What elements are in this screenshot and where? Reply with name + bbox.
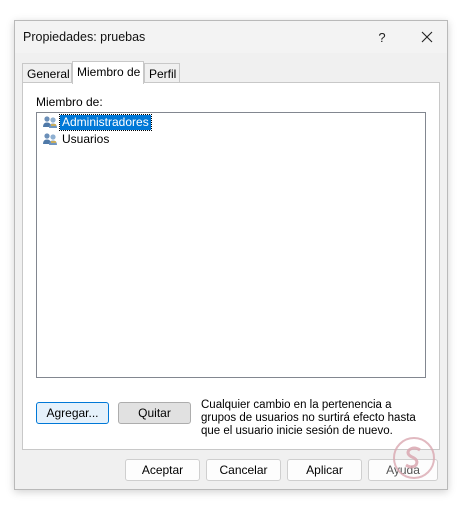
member-list[interactable]: Administradores Usuarios	[36, 112, 426, 378]
apply-button[interactable]: Aplicar	[287, 459, 362, 481]
watermark-logo-icon	[393, 437, 435, 479]
group-icon	[43, 133, 57, 145]
group-name: Usuarios	[62, 132, 110, 146]
group-icon	[43, 116, 57, 128]
dialog-title: Propiedades: pruebas	[23, 30, 146, 44]
properties-dialog: Propiedades: pruebas ? General Miembro d…	[14, 20, 448, 490]
group-name: Administradores	[59, 114, 152, 131]
tab-profile[interactable]: Perfil	[144, 63, 180, 83]
help-button[interactable]: ?	[365, 21, 399, 53]
close-icon	[421, 31, 433, 43]
remove-button[interactable]: Quitar	[118, 402, 191, 424]
close-button[interactable]	[407, 21, 447, 53]
list-item[interactable]: Administradores	[42, 114, 152, 131]
title-bar: Propiedades: pruebas ?	[15, 21, 447, 53]
list-item[interactable]: Usuarios	[42, 132, 111, 147]
tab-general[interactable]: General	[22, 63, 72, 83]
membership-info-text: Cualquier cambio en la pertenencia a gru…	[201, 399, 416, 437]
cancel-button[interactable]: Cancelar	[206, 459, 281, 481]
add-button[interactable]: Agregar...	[36, 402, 109, 424]
ok-button[interactable]: Aceptar	[125, 459, 200, 481]
member-of-panel: Miembro de: Administradores Usuarios Agr…	[22, 82, 440, 450]
member-of-label: Miembro de:	[36, 95, 103, 109]
tab-member-of[interactable]: Miembro de	[72, 61, 144, 84]
